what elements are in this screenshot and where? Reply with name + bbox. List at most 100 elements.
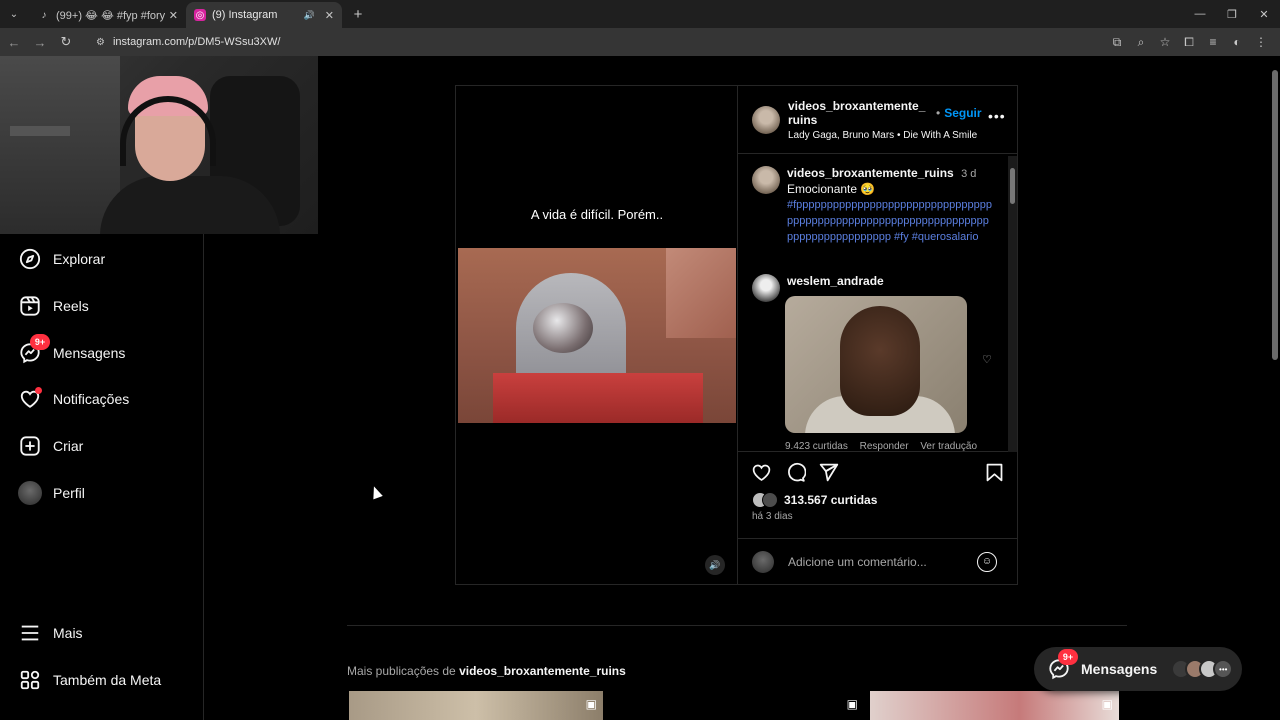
- caption-author[interactable]: videos_broxantemente_ruins: [787, 166, 954, 180]
- tab-title: (99+) 😂 😂 #fyp #foryou #viral: [56, 9, 165, 22]
- caption-row: videos_broxantemente_ruins 3 d Emocionan…: [752, 166, 993, 245]
- close-window-icon[interactable]: ✕: [1248, 0, 1280, 28]
- profile-icon[interactable]: ◐: [1226, 30, 1248, 54]
- messages-pill-badge: 9+: [1058, 649, 1078, 665]
- address-bar[interactable]: ⚙ instagram.com/p/DM5-WSsu3XW/: [86, 31, 1086, 53]
- window-controls: — ❐ ✕: [1184, 0, 1280, 28]
- more-posts-prefix: Mais publicações de: [347, 664, 456, 678]
- zoom-icon[interactable]: ⌕: [1130, 30, 1152, 54]
- comment-likes[interactable]: 9.423 curtidas: [785, 441, 848, 451]
- reels-icon: [18, 294, 42, 318]
- webcam-overlay: [0, 56, 318, 234]
- toolbar-icons: ⧉ ⌕ ☆ ⧠ ≡ ◐ ⋮: [1104, 30, 1272, 54]
- sidebar-item-label: Explorar: [53, 251, 106, 267]
- author-avatar[interactable]: [752, 166, 780, 194]
- sidebar-item-notificacoes[interactable]: Notificações: [18, 384, 129, 414]
- more-posts-heading: Mais publicações de videos_broxantemente…: [347, 664, 626, 678]
- profile-avatar: [18, 481, 42, 505]
- author-avatar[interactable]: [752, 106, 780, 134]
- notification-dot: [35, 387, 42, 394]
- tiktok-icon: ♪: [41, 9, 47, 21]
- sidebar-item-mensagens[interactable]: 9+ Mensagens: [18, 334, 126, 368]
- chrome-menu-icon[interactable]: ⋮: [1250, 30, 1272, 54]
- sound-toggle-icon[interactable]: 🔊: [705, 555, 725, 575]
- caption-hashtags[interactable]: #fpppppppppppppppppppppppppppppppppppppp…: [787, 199, 992, 243]
- emoji-icon[interactable]: ☺: [977, 551, 997, 572]
- more-options-icon[interactable]: •••: [988, 108, 1006, 124]
- forward-icon[interactable]: →: [28, 30, 52, 54]
- tab-instagram[interactable]: ◎ (9) Instagram 🔊 ✕: [186, 2, 342, 28]
- reload-icon[interactable]: ↻: [54, 30, 78, 54]
- comment-meta: 9.423 curtidas Responder Ver tradução: [785, 441, 986, 451]
- recent-contacts: •••: [1171, 659, 1234, 679]
- tab-title: (9) Instagram: [212, 9, 278, 21]
- tab-search-icon[interactable]: ⌄: [2, 2, 26, 26]
- plus-square-icon: [18, 434, 42, 458]
- install-app-icon[interactable]: ⧉: [1106, 30, 1128, 54]
- more-posts-author[interactable]: videos_broxantemente_ruins: [459, 664, 626, 678]
- browser-toolbar: ← → ↻ ⚙ instagram.com/p/DM5-WSsu3XW/ ⧉ ⌕…: [0, 28, 1280, 56]
- more-post-thumbnail[interactable]: ▣: [349, 691, 603, 720]
- audio-info[interactable]: Lady Gaga, Bruno Mars • Die With A Smile: [788, 130, 977, 141]
- sidebar-item-tambem-da-meta[interactable]: Também da Meta: [18, 665, 161, 695]
- caption-time: 3 d: [961, 168, 977, 180]
- new-tab-button[interactable]: +: [346, 2, 370, 26]
- likes-count[interactable]: 313.567 curtidas: [752, 492, 877, 508]
- comments-scrollbar[interactable]: [1008, 156, 1017, 452]
- liker-avatar: [762, 492, 778, 508]
- restore-icon[interactable]: ❐: [1216, 0, 1248, 28]
- extensions-icon[interactable]: ⧠: [1178, 30, 1200, 54]
- posted-time[interactable]: há 3 dias: [752, 511, 793, 522]
- add-comment-bar: Adicione um comentário... ☺: [738, 538, 1017, 584]
- post-actions: [738, 461, 1017, 491]
- sidebar-item-label: Notificações: [53, 391, 130, 407]
- post-media[interactable]: A vida é difícil. Porém.. 🔊: [456, 86, 738, 584]
- minimize-icon[interactable]: —: [1184, 0, 1216, 28]
- tab-tiktok[interactable]: ♪ (99+) 😂 😂 #fyp #foryou #viral ✕: [30, 2, 186, 28]
- translate-link[interactable]: Ver tradução: [920, 441, 977, 451]
- close-tab-icon[interactable]: ✕: [169, 9, 178, 22]
- sidebar-item-criar[interactable]: Criar: [18, 431, 83, 461]
- commenter-avatar[interactable]: [752, 274, 780, 302]
- messages-floating-button[interactable]: 9+ Mensagens •••: [1034, 647, 1242, 691]
- like-icon[interactable]: [750, 461, 772, 483]
- share-icon[interactable]: [817, 461, 839, 483]
- sidebar-item-label: Perfil: [53, 485, 85, 501]
- instagram-icon: ◎: [194, 9, 206, 21]
- reply-link[interactable]: Responder: [860, 441, 909, 451]
- sidebar-item-explorar[interactable]: Explorar: [18, 244, 105, 274]
- comment-author[interactable]: weslem_andrade: [787, 274, 884, 288]
- song-artist: Lady Gaga, Bruno Mars: [788, 130, 895, 141]
- audio-playing-icon[interactable]: 🔊: [304, 10, 315, 21]
- comment-like-icon[interactable]: ♡: [982, 353, 992, 366]
- media-controls-icon[interactable]: ≡: [1202, 30, 1224, 54]
- back-icon[interactable]: ←: [2, 30, 26, 54]
- reel-icon: ▣: [1101, 697, 1113, 711]
- likes-text: 313.567 curtidas: [784, 493, 878, 507]
- reel-icon: ▣: [585, 697, 597, 711]
- sidebar-item-mais[interactable]: Mais: [18, 618, 83, 648]
- video-frame[interactable]: [458, 248, 736, 423]
- more-post-thumbnail[interactable]: ▣: [610, 691, 864, 720]
- section-divider: [347, 625, 1127, 626]
- comment-icon[interactable]: [784, 461, 806, 483]
- author-name[interactable]: videos_broxantemente_ruins: [788, 99, 930, 127]
- follow-button[interactable]: • Seguir: [936, 106, 982, 120]
- comment-input[interactable]: Adicione um comentário...: [788, 555, 977, 569]
- close-tab-icon[interactable]: ✕: [325, 9, 334, 22]
- comment-gif[interactable]: [785, 296, 967, 433]
- post-container: A vida é difícil. Porém.. 🔊 videos_broxa…: [455, 85, 1018, 585]
- comments-list: videos_broxantemente_ruins 3 d Emocionan…: [738, 156, 1017, 452]
- bookmark-star-icon[interactable]: ☆: [1154, 30, 1176, 54]
- page-scrollbar[interactable]: [1270, 56, 1280, 720]
- sidebar-item-reels[interactable]: Reels: [18, 291, 89, 321]
- sidebar-item-perfil[interactable]: Perfil: [18, 478, 85, 508]
- song-title: Die With A Smile: [903, 130, 978, 141]
- more-contacts-icon: •••: [1213, 659, 1234, 679]
- sidebar-item-label: Mensagens: [53, 345, 126, 361]
- menu-icon: [18, 621, 42, 645]
- site-info-icon[interactable]: ⚙: [96, 37, 105, 48]
- save-icon[interactable]: [983, 461, 1005, 483]
- more-post-thumbnail[interactable]: ▣: [870, 691, 1119, 720]
- sidebar-item-label: Reels: [53, 298, 89, 314]
